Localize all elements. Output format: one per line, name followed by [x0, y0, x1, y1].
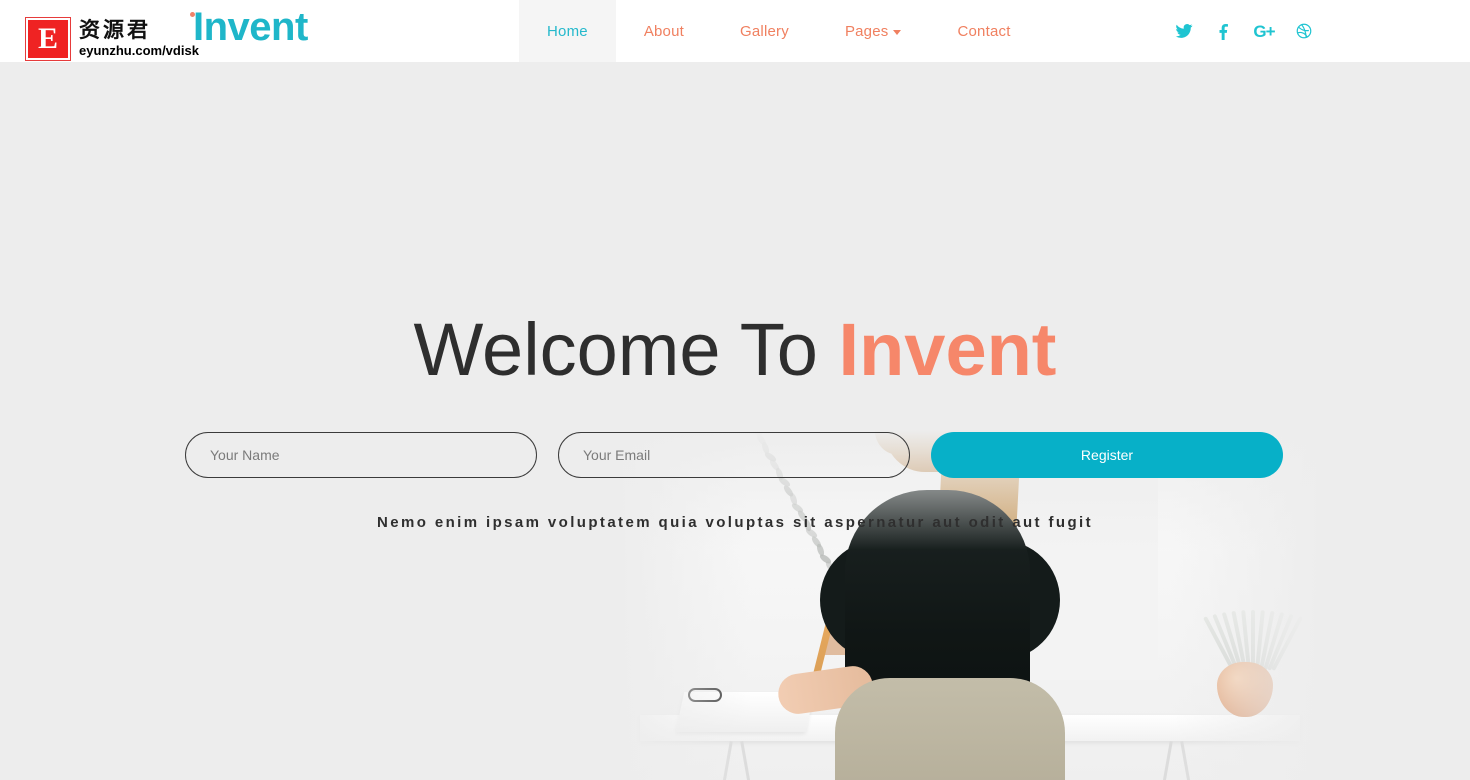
nav-item-label: Gallery [740, 22, 789, 40]
email-input[interactable] [558, 432, 910, 478]
hero-title-highlight: Invent [838, 308, 1057, 391]
nav-item-label: Pages [844, 22, 889, 40]
photo-chair [835, 678, 1065, 780]
watermark-letter: E [25, 17, 71, 61]
chevron-down-icon [893, 29, 902, 35]
nav-item-about[interactable]: About [616, 0, 712, 62]
hero-tagline: Nemo enim ipsam voluptatem quia voluptas… [376, 514, 1093, 531]
hero-section: Welcome To Invent Register Nemo enim ips… [0, 62, 1470, 780]
watermark-logo: E 资源君 eyunzhu.com/vdisk [25, 17, 199, 61]
google-plus-label: G+ [1253, 21, 1275, 41]
watermark-url: eyunzhu.com/vdisk [79, 43, 199, 58]
watermark-chinese: 资源君 [79, 18, 151, 42]
twitter-icon[interactable] [1173, 20, 1195, 42]
nav-item-home[interactable]: Home [519, 0, 616, 62]
nav-item-label: Home [547, 22, 588, 40]
main-navigation: Home About Gallery Pages Contact [519, 0, 1039, 62]
social-links: G+ [1173, 0, 1315, 62]
brand-logo[interactable]: Invent [193, 4, 308, 50]
nav-item-gallery[interactable]: Gallery [712, 0, 817, 62]
register-button[interactable]: Register [931, 432, 1283, 478]
page-title: Welcome To Invent [0, 308, 1470, 392]
google-plus-icon[interactable]: G+ [1253, 20, 1275, 42]
nav-item-pages[interactable]: Pages [817, 0, 930, 62]
nav-item-label: About [643, 22, 685, 40]
hero-photo [620, 430, 1320, 780]
nav-item-label: Contact [957, 22, 1011, 40]
facebook-icon[interactable] [1213, 20, 1235, 42]
name-input[interactable] [185, 432, 537, 478]
nav-item-contact[interactable]: Contact [929, 0, 1038, 62]
register-form: Register [185, 432, 1285, 478]
hero-title-plain: Welcome To [413, 308, 839, 391]
site-header: Invent Home About Gallery Pages Contact G+ [0, 0, 1470, 62]
dribbble-icon[interactable] [1293, 20, 1315, 42]
watermark-text: 资源君 eyunzhu.com/vdisk [79, 18, 199, 58]
